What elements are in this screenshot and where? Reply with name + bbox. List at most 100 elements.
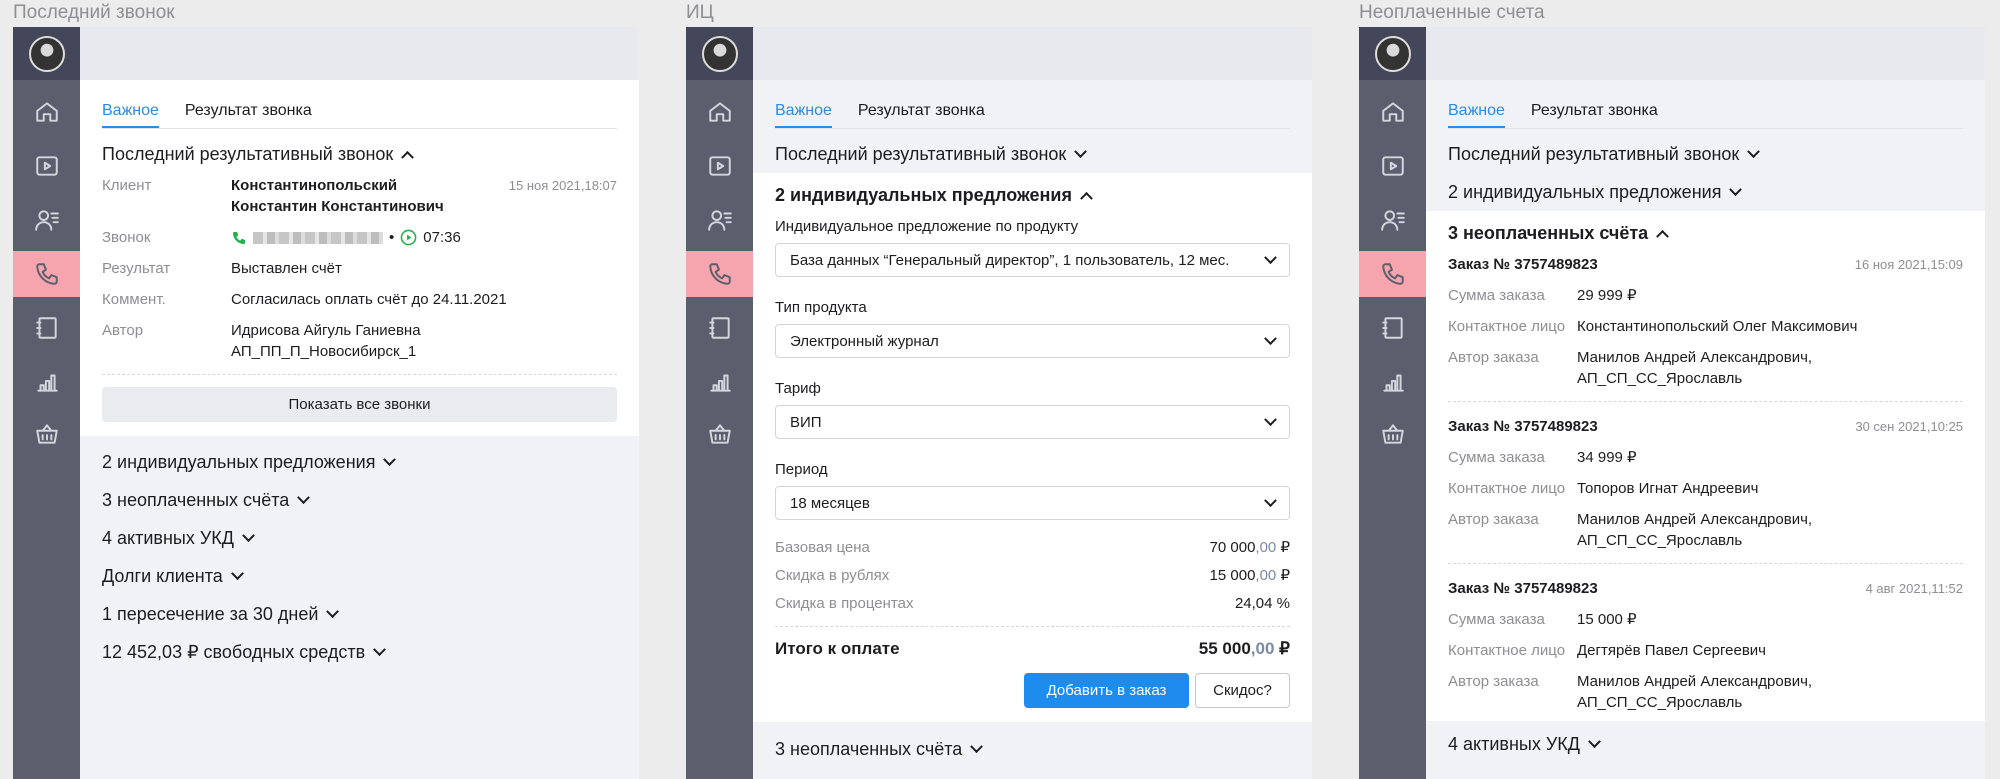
home-icon [1381, 102, 1404, 122]
chevron-down-icon [1264, 412, 1277, 426]
discount-pct-value: 24,04 % [1234, 595, 1290, 612]
section-unpaid[interactable]: 3 неоплаченных счёта [80, 481, 639, 519]
order-contact-row: Контактное лицо Дегтярёв Павел Сергеевич [1426, 640, 1985, 661]
tariff-select-value: ВИП [790, 413, 822, 431]
nav-basket[interactable] [686, 411, 753, 457]
nav-journal[interactable] [13, 305, 80, 351]
last-call-section-header[interactable]: Последний результативный звонок [80, 135, 639, 173]
last-call-card: Важное Результат звонка Последний резуль… [80, 80, 639, 436]
divider [1448, 563, 1963, 564]
nav-video[interactable] [686, 143, 753, 189]
unpaid-section-header[interactable]: 3 неоплаченных счёта [1426, 214, 1985, 252]
nav-stats[interactable] [13, 359, 80, 405]
nav-home[interactable] [13, 89, 80, 135]
tab-call-result[interactable]: Результат звонка [858, 102, 985, 128]
last-call-section-header[interactable]: Последний результативный звонок [753, 135, 1312, 173]
play-record-icon[interactable] [400, 229, 417, 246]
nav-journal[interactable] [686, 305, 753, 351]
contacts-icon [707, 210, 732, 231]
nav-journal[interactable] [1359, 305, 1426, 351]
chevron-down-icon [373, 642, 387, 656]
nav-calls[interactable] [686, 251, 753, 297]
period-select[interactable]: 18 месяцев [775, 486, 1290, 520]
order-author-name: Манилов Андрей Александрович, [1577, 511, 1813, 528]
section-ukd[interactable]: 4 активных УКД [80, 519, 639, 557]
period-select-value: 18 месяцев [790, 494, 870, 512]
call-separator: • [389, 229, 395, 246]
discount-button[interactable]: Скидос? [1195, 673, 1290, 708]
order-header: Заказ № 3757489823 30 сен 2021,10:25 [1426, 416, 1985, 437]
section-ukd[interactable]: 4 активных УКД [1426, 725, 1985, 763]
add-to-order-button[interactable]: Добавить в заказ [1024, 673, 1189, 708]
nav-basket[interactable] [1359, 411, 1426, 457]
tab-important[interactable]: Важное [1448, 102, 1505, 128]
contacts-icon [1380, 210, 1405, 231]
chevron-down-icon [230, 566, 244, 580]
tariff-select[interactable]: ВИП [775, 405, 1290, 439]
offers-header-label: 2 индивидуальных предложения [775, 184, 1072, 205]
section-offers[interactable]: 2 индивидуальных предложения [80, 443, 639, 481]
order-date: 16 ноя 2021,15:09 [1854, 257, 1963, 272]
client-name-line2: Константин Константинович [231, 198, 444, 215]
result-value: Выставлен счёт [231, 260, 342, 277]
offers-section-header[interactable]: 2 индивидуальных предложения [1426, 173, 1985, 211]
offers-section-header[interactable]: 2 индивидуальных предложения [753, 176, 1312, 214]
nav-stats[interactable] [1359, 359, 1426, 405]
nav-video[interactable] [1359, 143, 1426, 189]
section-free-funds[interactable]: 12 452,03 ₽ свободных средств [80, 633, 639, 671]
discount-rub-value: 15 000,00 ₽ [1210, 562, 1290, 590]
discount-rub-int: 15 000 [1209, 567, 1256, 584]
section-unpaid[interactable]: 3 неоплаченных счёта [753, 730, 1312, 768]
journal-icon [708, 317, 730, 339]
nav-home[interactable] [1359, 89, 1426, 135]
nav-contacts[interactable] [1359, 197, 1426, 243]
nav-calls[interactable] [1359, 251, 1426, 297]
order-card[interactable]: Заказ № 3757489823 4 авг 2021,11:52 Сумм… [1426, 578, 1985, 713]
nav-contacts[interactable] [13, 197, 80, 243]
type-select[interactable]: Электронный журнал [775, 324, 1290, 358]
author-row: Автор Идрисова Айгуль Ганиевна АП_ПП_П_Н… [80, 320, 639, 362]
nav-home[interactable] [686, 89, 753, 135]
chevron-down-icon [1264, 331, 1277, 345]
avatar[interactable] [28, 35, 65, 72]
tab-important[interactable]: Важное [775, 102, 832, 128]
nav-calls[interactable] [13, 251, 80, 297]
avatar[interactable] [701, 35, 738, 72]
nav-stats[interactable] [686, 359, 753, 405]
avatar[interactable] [1374, 35, 1411, 72]
tab-bar: Важное Результат звонка [775, 80, 1290, 129]
phone-panel-unpaid: Важное Результат звонка Последний резуль… [1359, 27, 1985, 779]
order-title: Заказ № 3757489823 [1448, 418, 1598, 435]
product-select[interactable]: База данных “Генеральный директор”, 1 по… [775, 243, 1290, 277]
tab-call-result[interactable]: Результат звонка [1531, 102, 1658, 128]
green-phone-icon[interactable] [231, 230, 247, 246]
show-all-calls-button[interactable]: Показать все звонки [102, 387, 617, 422]
section-intersections[interactable]: 1 пересечение за 30 дней [80, 595, 639, 633]
last-call-section-header[interactable]: Последний результативный звонок [1426, 135, 1985, 173]
chevron-up-icon [1080, 191, 1093, 205]
comment-row: Коммент. Согласилась оплать счёт до 24.1… [80, 289, 639, 310]
tab-important[interactable]: Важное [102, 102, 159, 128]
base-price-cents: ,00 [1255, 539, 1277, 556]
avatar-box [686, 27, 753, 80]
order-contact-row: Контактное лицо Константинопольский Олег … [1426, 316, 1985, 337]
order-author-name: Манилов Андрей Александрович, [1577, 349, 1813, 366]
order-card[interactable]: Заказ № 3757489823 30 сен 2021,10:25 Сум… [1426, 416, 1985, 551]
section-unpaid-label: 3 неоплаченных счёта [775, 738, 963, 759]
order-card[interactable]: Заказ № 3757489823 16 ноя 2021,15:09 Сум… [1426, 254, 1985, 389]
collapsed-sections: 2 индивидуальных предложения 3 неоплачен… [80, 436, 639, 671]
order-author-row: Автор заказа Манилов Андрей Александрович… [1426, 671, 1985, 713]
chevron-down-icon [1074, 144, 1088, 158]
author-unit: АП_ПП_П_Новосибирск_1 [231, 343, 417, 360]
call-label: Звонок [102, 229, 151, 246]
nav-contacts[interactable] [686, 197, 753, 243]
currency: ₽ [1279, 639, 1290, 658]
order-header: Заказ № 3757489823 16 ноя 2021,15:09 [1426, 254, 1985, 275]
tab-call-result[interactable]: Результат звонка [185, 102, 312, 128]
chart-icon [36, 374, 58, 392]
play-icon [35, 156, 58, 176]
nav-video[interactable] [13, 143, 80, 189]
section-debts[interactable]: Долги клиента [80, 557, 639, 595]
nav-basket[interactable] [13, 411, 80, 457]
product-label: Индивидуальное предложение по продукту [775, 218, 1079, 235]
